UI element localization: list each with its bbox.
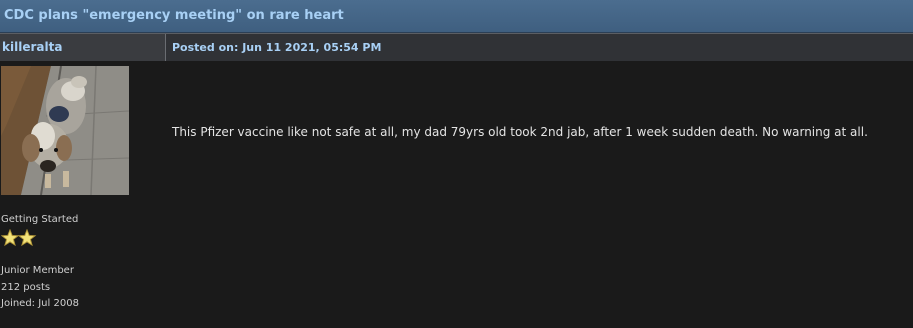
post-header-bar: killeralta Posted on: Jun 11 2021, 05:54… (0, 33, 913, 61)
rank-stars (0, 228, 37, 247)
post-timestamp: Posted on: Jun 11 2021, 05:54 PM (172, 41, 382, 54)
member-rank: Junior Member (1, 265, 74, 276)
post-count: 212 posts (1, 282, 51, 293)
user-title: Getting Started (1, 214, 79, 225)
author-cell: killeralta (0, 34, 166, 61)
avatar[interactable] (1, 66, 129, 195)
post-body-text: This Pfizer vaccine like not safe at all… (172, 125, 868, 139)
dog-photo-icon (1, 66, 129, 195)
thread-title-link[interactable]: CDC plans "emergency meeting" on rare he… (4, 8, 344, 23)
join-date: Joined: Jul 2008 (1, 298, 79, 309)
star-icon (17, 228, 37, 247)
author-name-link[interactable]: killeralta (2, 40, 62, 54)
thread-header: CDC plans "emergency meeting" on rare he… (0, 0, 913, 33)
star-icon (0, 228, 20, 247)
